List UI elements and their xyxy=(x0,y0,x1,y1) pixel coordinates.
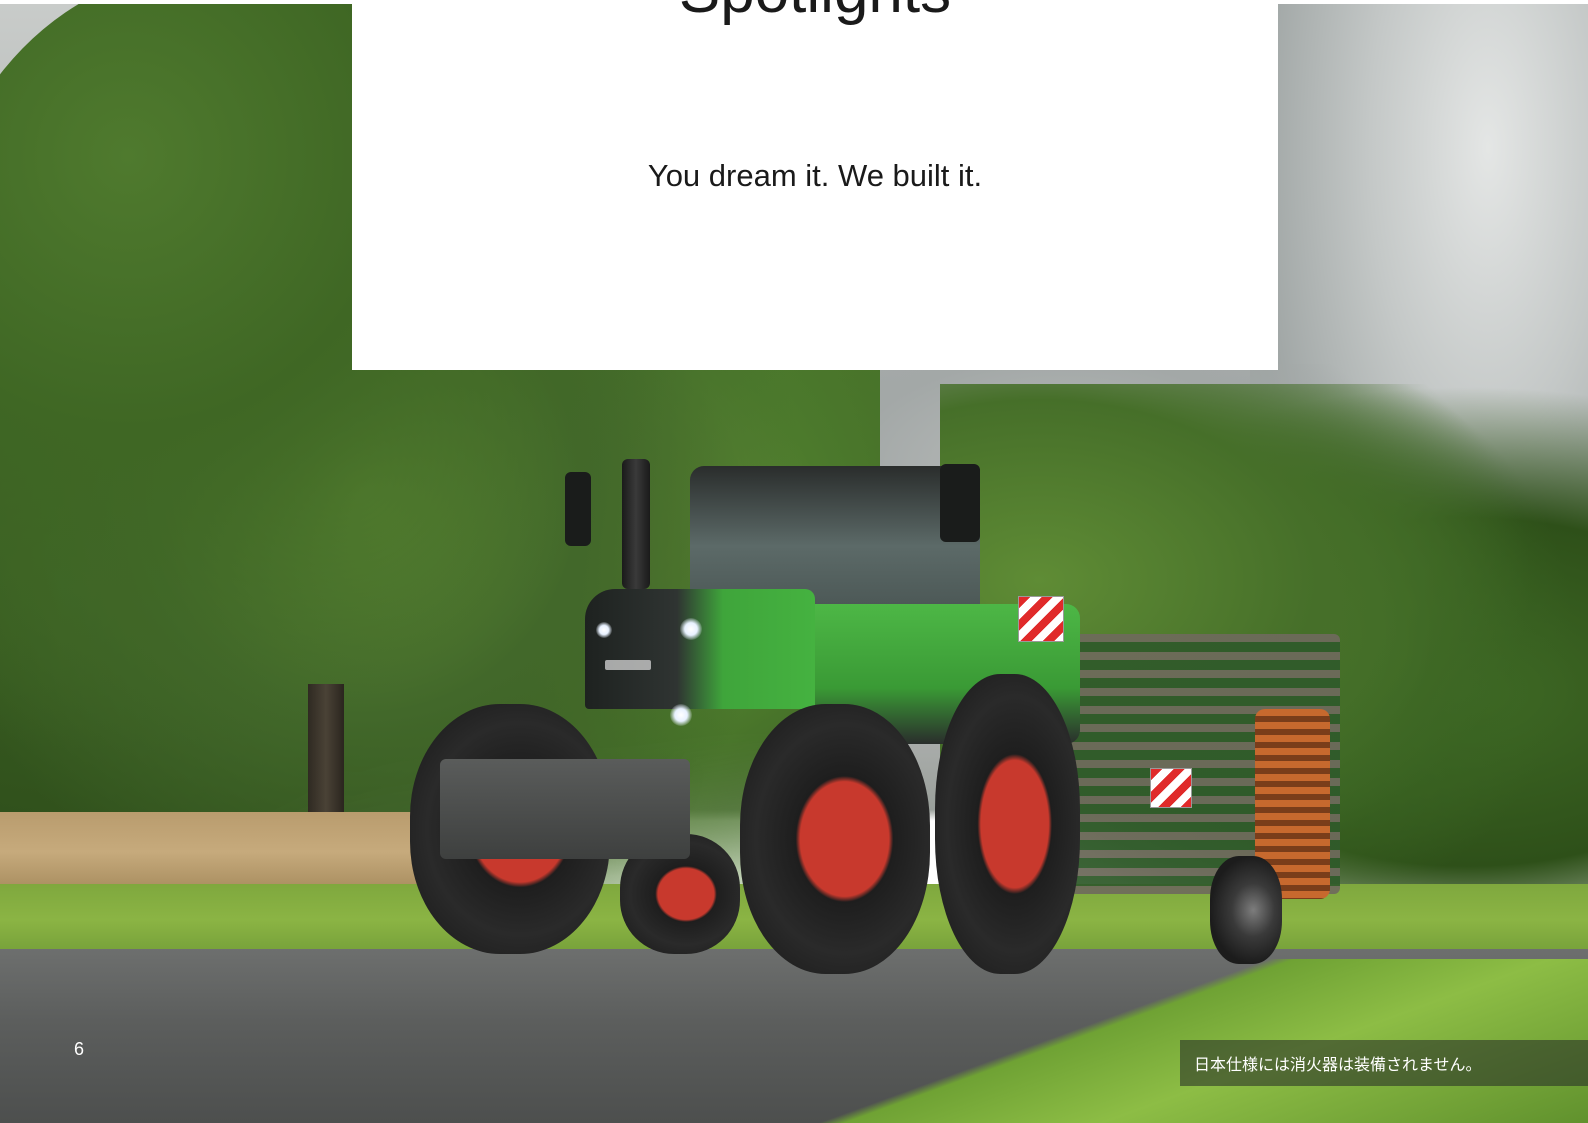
rear-wheel-left xyxy=(740,704,930,974)
page-number: 6 xyxy=(74,1039,85,1059)
brand-mark xyxy=(605,660,651,670)
brochure-page: Spotlights You dream it. We built it. 6 … xyxy=(0,0,1588,1123)
tractor-hood xyxy=(585,589,815,709)
title-panel: Spotlights You dream it. We built it. xyxy=(352,0,1278,370)
disclaimer-note: 日本仕様には消火器は装備されません。 xyxy=(1180,1040,1588,1086)
implement-wheel xyxy=(1210,856,1282,964)
tractor-mirror-right xyxy=(940,464,980,542)
front-ballast-weight xyxy=(440,759,690,859)
warning-plate xyxy=(1150,768,1192,808)
headlight xyxy=(670,704,692,726)
headlight xyxy=(596,622,612,638)
field xyxy=(0,812,420,892)
headlight xyxy=(680,618,702,640)
page-title: Spotlights xyxy=(352,0,1278,32)
tractor-mirror-left xyxy=(565,472,591,546)
rear-wheel-right xyxy=(935,674,1080,974)
tractor-exhaust xyxy=(622,459,650,589)
page-subtitle: You dream it. We built it. xyxy=(647,158,983,193)
warning-plate xyxy=(1018,596,1064,642)
